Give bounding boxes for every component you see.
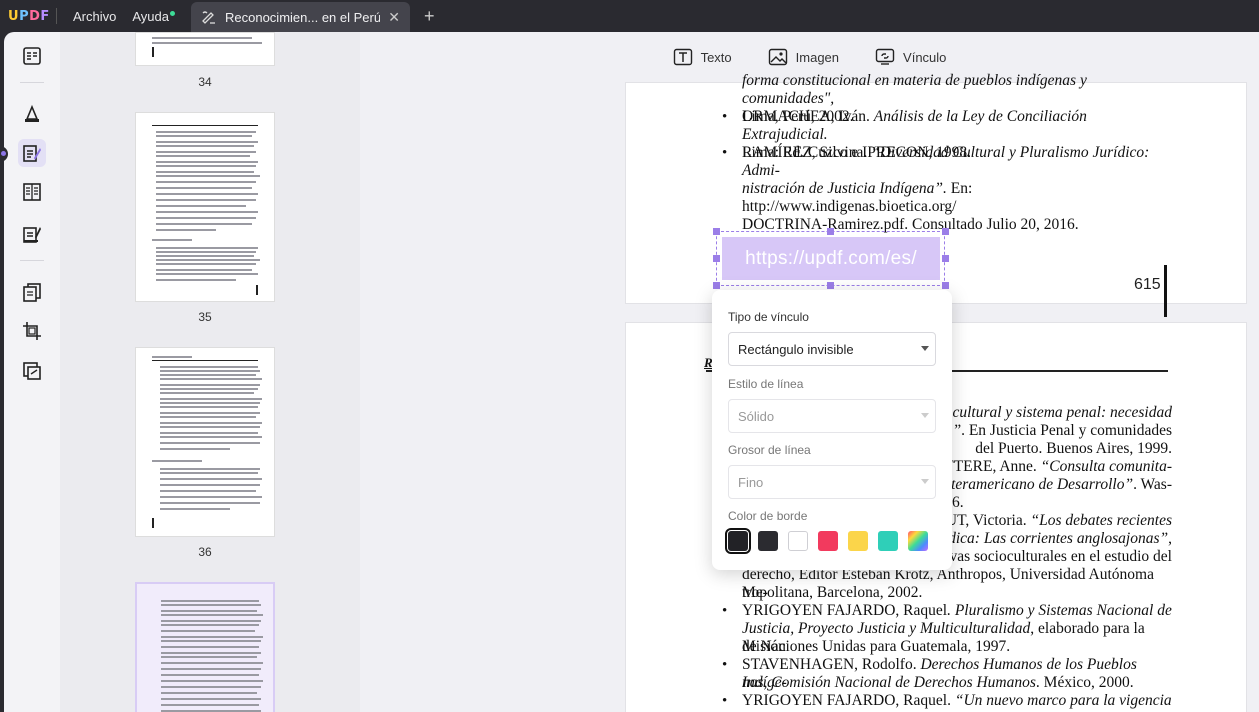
chevron-down-icon <box>921 346 929 351</box>
resize-handle-n[interactable] <box>827 228 834 235</box>
text-tool-icon <box>673 48 692 66</box>
thumbnail-page-34[interactable] <box>135 32 275 66</box>
bullet: • <box>722 603 728 619</box>
resize-handle-w[interactable] <box>713 255 720 262</box>
bib-line: tropolitana, Barcelona, 2002. <box>742 584 923 601</box>
image-tool-icon <box>768 48 787 66</box>
thumbnail-pane: 34 35 36 <box>60 32 360 712</box>
edit-pdf-tool-icon[interactable] <box>18 139 46 167</box>
color-swatch[interactable] <box>725 528 751 554</box>
page-number-rule <box>1164 265 1167 317</box>
thumbnail-page-35[interactable] <box>135 112 275 302</box>
title-bar: UPDF Archivo Ayuda Reconocimien... en el… <box>0 0 1259 32</box>
tab-title: Reconocimien... en el Perú* <box>225 9 381 25</box>
rail-separator <box>20 260 44 261</box>
left-tool-rail <box>4 32 60 712</box>
color-swatch[interactable] <box>788 531 808 551</box>
resize-handle-se[interactable] <box>942 282 949 289</box>
thumbnail-label: 34 <box>198 75 212 89</box>
add-link-label: Vínculo <box>903 49 947 65</box>
form-tool-icon[interactable] <box>18 220 46 248</box>
bullet: • <box>722 657 728 673</box>
color-swatch[interactable] <box>758 531 778 551</box>
resize-handle-e[interactable] <box>942 255 949 262</box>
resize-handle-sw[interactable] <box>713 282 720 289</box>
title-separator <box>56 8 57 24</box>
resize-handle-nw[interactable] <box>713 228 720 235</box>
organize-pages-icon[interactable] <box>18 278 46 306</box>
menu-ayuda-label: Ayuda <box>132 8 169 24</box>
bib-entry-ramirez: RAMÍREZ, Silvina. “Diversidad Cultural y… <box>742 144 1150 233</box>
line-width-select[interactable]: Fino <box>728 465 936 499</box>
new-tab-icon[interactable]: + <box>424 6 435 27</box>
thumbnail-label: 35 <box>198 310 212 324</box>
document-view: Texto Imagen Vínculo forma constituciona… <box>360 32 1259 712</box>
bullet: • <box>722 693 728 709</box>
line-width-label: Grosor de línea <box>728 443 811 457</box>
notification-dot <box>170 10 175 16</box>
color-swatch[interactable] <box>818 531 838 551</box>
color-swatch[interactable] <box>848 531 868 551</box>
link-annotation[interactable]: https://updf.com/es/ <box>722 237 940 280</box>
page-number: 615 <box>1134 276 1161 293</box>
bib-line: nas, Comisión Nacional de Derechos Human… <box>742 674 1134 691</box>
edit-mode-icon <box>202 11 215 24</box>
bib-line: de Naciones Unidas para Guatemala, 1997. <box>742 638 1011 655</box>
bib-line: 6. <box>952 494 964 511</box>
close-tab-icon[interactable]: ✕ <box>388 9 400 26</box>
updf-logo: UPDF <box>8 8 50 24</box>
add-link-button[interactable]: Vínculo <box>875 48 946 66</box>
color-swatch[interactable] <box>878 531 898 551</box>
bib-line: YRIGOYEN FAJARDO, Raquel. Pluralismo y S… <box>742 602 1172 619</box>
menu-ayuda[interactable]: Ayuda <box>124 9 177 24</box>
link-type-select[interactable]: Rectángulo invisible <box>728 332 936 366</box>
reader-mode-icon[interactable] <box>18 42 46 70</box>
line-width-value: Fino <box>738 474 764 490</box>
thumbnail-page-36[interactable] <box>135 347 275 537</box>
add-text-label: Texto <box>700 49 732 65</box>
thumbnail-page-37[interactable] <box>135 582 275 712</box>
link-type-label: Tipo de vínculo <box>728 310 809 324</box>
link-type-value: Rectángulo invisible <box>738 341 854 357</box>
rail-separator <box>20 82 44 83</box>
menu-archivo[interactable]: Archivo <box>65 9 124 24</box>
ocr-tool-icon[interactable] <box>18 357 46 385</box>
chevron-down-icon <box>921 479 929 484</box>
add-image-button[interactable]: Imagen <box>768 48 839 66</box>
border-color-label: Color de borde <box>728 509 808 523</box>
comment-tool-icon[interactable] <box>18 100 46 128</box>
line-style-select[interactable]: Sólido <box>728 399 936 433</box>
bib-line: YRIGOYEN FAJARDO, Raquel. “Un nuevo marc… <box>742 692 1172 709</box>
link-properties-panel: Tipo de vínculo Rectángulo invisible Est… <box>712 290 952 570</box>
color-swatch[interactable] <box>908 531 928 551</box>
resize-handle-ne[interactable] <box>942 228 949 235</box>
add-image-label: Imagen <box>795 49 840 65</box>
crop-tool-icon[interactable] <box>18 317 46 345</box>
line-style-value: Sólido <box>738 408 775 424</box>
thumbnail-label: 36 <box>198 545 212 559</box>
document-tab[interactable]: Reconocimien... en el Perú* ✕ <box>191 2 410 32</box>
border-color-swatches <box>725 528 928 554</box>
add-text-button[interactable]: Texto <box>673 48 732 66</box>
resize-handle-s[interactable] <box>827 282 834 289</box>
chevron-down-icon <box>921 413 929 418</box>
line-style-label: Estilo de línea <box>728 377 804 391</box>
bullet: • <box>722 109 728 125</box>
bullet: • <box>722 145 728 161</box>
link-tool-icon <box>875 48 895 65</box>
page-layout-tool-icon[interactable] <box>18 178 46 206</box>
